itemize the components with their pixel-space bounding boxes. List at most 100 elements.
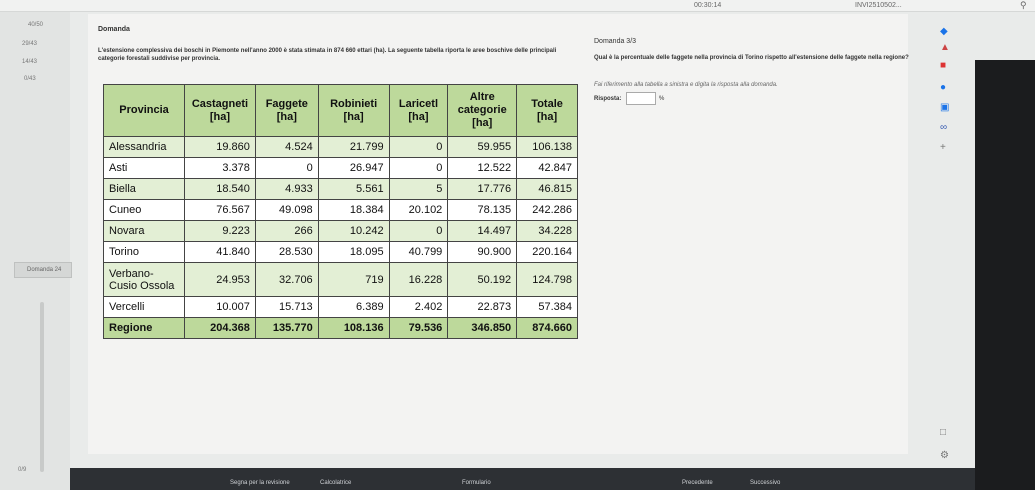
cell: 6.389 <box>317 296 390 318</box>
add-icon[interactable]: + <box>940 142 946 153</box>
cell: 57.384 <box>516 296 578 318</box>
cell: 0 <box>388 136 449 158</box>
answer-input[interactable] <box>626 92 656 105</box>
tool-strip: ◆ ▲ ■ ● ▣ ∞ + □ ⚙ <box>910 12 965 490</box>
top-bar: 00:30:14 INVI2510502... ⚲ <box>0 0 1035 12</box>
question-intro: L'estensione complessiva dei boschi in P… <box>98 48 557 62</box>
question-number: Domanda 3/3 <box>594 38 637 45</box>
extension-icon[interactable]: ■ <box>940 60 946 71</box>
stat-1: 40/50 <box>28 22 44 28</box>
cell: 242.286 <box>516 199 578 221</box>
cell: 17.776 <box>447 178 518 200</box>
cell: 34.228 <box>516 220 578 242</box>
cell: 9.223 <box>184 220 256 242</box>
cell: 22.873 <box>447 296 518 318</box>
review-button[interactable]: Segna per la revisione <box>230 480 290 486</box>
cell: 0 <box>254 157 319 179</box>
table-total-row: Regione 204.368 135.770 108.136 79.536 3… <box>102 317 578 339</box>
header-altre: Altre categorie [ha] <box>447 84 518 137</box>
cell: 12.522 <box>447 157 518 179</box>
cell-provincia: Asti <box>102 157 186 179</box>
cell: 5.561 <box>317 178 390 200</box>
table-row: Biella 18.540 4.933 5.561 5 17.776 46.81… <box>102 178 578 200</box>
formulary-button[interactable]: Formulario <box>462 480 491 486</box>
cell: 32.706 <box>254 262 319 297</box>
cell: 2.402 <box>388 296 449 318</box>
question-instructions: Fai riferimento alla tabella a sinistra … <box>594 82 778 88</box>
cell: 16.228 <box>388 262 449 297</box>
cell-provincia: Alessandria <box>102 136 186 158</box>
cell: 220.164 <box>516 241 578 263</box>
cell: 346.850 <box>447 317 518 339</box>
cell: 50.192 <box>447 262 518 297</box>
cell: 41.840 <box>184 241 256 263</box>
cell: 266 <box>254 220 319 242</box>
table-row: Alessandria 19.860 4.524 21.799 0 59.955… <box>102 136 578 158</box>
cell: 78.135 <box>447 199 518 221</box>
cell: 24.953 <box>184 262 256 297</box>
cell: 4.933 <box>254 178 319 200</box>
table-row: Vercelli 10.007 15.713 6.389 2.402 22.87… <box>102 296 578 318</box>
cell: 10.242 <box>317 220 390 242</box>
cell: 15.713 <box>254 296 319 318</box>
question-nav-item[interactable]: Domanda 24 <box>14 262 72 278</box>
header-castagneti: Castagneti [ha] <box>184 84 256 137</box>
diamond-icon[interactable]: ◆ <box>940 26 948 37</box>
hat-icon[interactable]: ▲ <box>940 42 950 53</box>
cell: 108.136 <box>317 317 390 339</box>
cell: 18.095 <box>317 241 390 263</box>
cell-provincia: Vercelli <box>102 296 186 318</box>
cell: 90.900 <box>447 241 518 263</box>
table-row: Novara 9.223 266 10.242 0 14.497 34.228 <box>102 220 578 242</box>
cell: 49.098 <box>254 199 319 221</box>
header-provincia: Provincia <box>102 84 186 137</box>
cell: 76.567 <box>184 199 256 221</box>
header-laricetl: Laricetl [ha] <box>388 84 449 137</box>
answer-unit: % <box>659 96 665 102</box>
cell: 59.955 <box>447 136 518 158</box>
cell-provincia: Biella <box>102 178 186 200</box>
table-row: Torino 41.840 28.530 18.095 40.799 90.90… <box>102 241 578 263</box>
cell-provincia: Cuneo <box>102 199 186 221</box>
cell-regione: Regione <box>102 317 186 339</box>
cell: 0 <box>388 220 449 242</box>
search-icon[interactable]: ⚲ <box>1020 0 1027 11</box>
cell: 10.007 <box>184 296 256 318</box>
bottom-toolbar: Segna per la revisione Calcolatrice Form… <box>70 468 975 490</box>
sidebar-scrollbar[interactable] <box>40 302 44 472</box>
cell: 719 <box>317 262 390 297</box>
gear-icon[interactable]: ⚙ <box>940 450 949 461</box>
cell: 18.540 <box>184 178 256 200</box>
stat-3: 14/43 <box>22 59 38 65</box>
circle-icon[interactable]: ● <box>940 82 946 93</box>
forest-table: Provincia Castagneti [ha] Faggete [ha] R… <box>102 84 578 339</box>
header-totale: Totale [ha] <box>516 84 578 137</box>
cell: 18.384 <box>317 199 390 221</box>
calculator-button[interactable]: Calcolatrice <box>320 480 351 486</box>
cell: 26.947 <box>317 157 390 179</box>
question-title: Domanda <box>98 26 130 33</box>
cell: 124.798 <box>516 262 578 297</box>
cell: 14.497 <box>447 220 518 242</box>
next-button[interactable]: Successivo <box>750 480 780 486</box>
question-text: Qual è la percentuale delle faggete nell… <box>594 55 909 61</box>
app-icon[interactable]: ▣ <box>940 102 949 113</box>
panel-icon[interactable]: □ <box>940 427 946 438</box>
question-content: Domanda L'estensione complessiva dei bos… <box>88 14 909 454</box>
cell-provincia: Verbano-Cusio Ossola <box>102 262 186 297</box>
cell: 19.860 <box>184 136 256 158</box>
device-edge <box>975 60 1035 490</box>
cell: 46.815 <box>516 178 578 200</box>
stat-4: 0/43 <box>24 76 36 82</box>
table-header-row: Provincia Castagneti [ha] Faggete [ha] R… <box>102 84 578 137</box>
cell: 20.102 <box>388 199 449 221</box>
cell-provincia: Novara <box>102 220 186 242</box>
stat-2: 29/43 <box>22 41 38 47</box>
user-id: INVI2510502... <box>855 2 902 9</box>
cell: 42.847 <box>516 157 578 179</box>
table-row: Cuneo 76.567 49.098 18.384 20.102 78.135… <box>102 199 578 221</box>
cell: 5 <box>388 178 449 200</box>
previous-button[interactable]: Precedente <box>682 480 713 486</box>
cell: 3.378 <box>184 157 256 179</box>
w-icon[interactable]: ∞ <box>940 122 947 133</box>
